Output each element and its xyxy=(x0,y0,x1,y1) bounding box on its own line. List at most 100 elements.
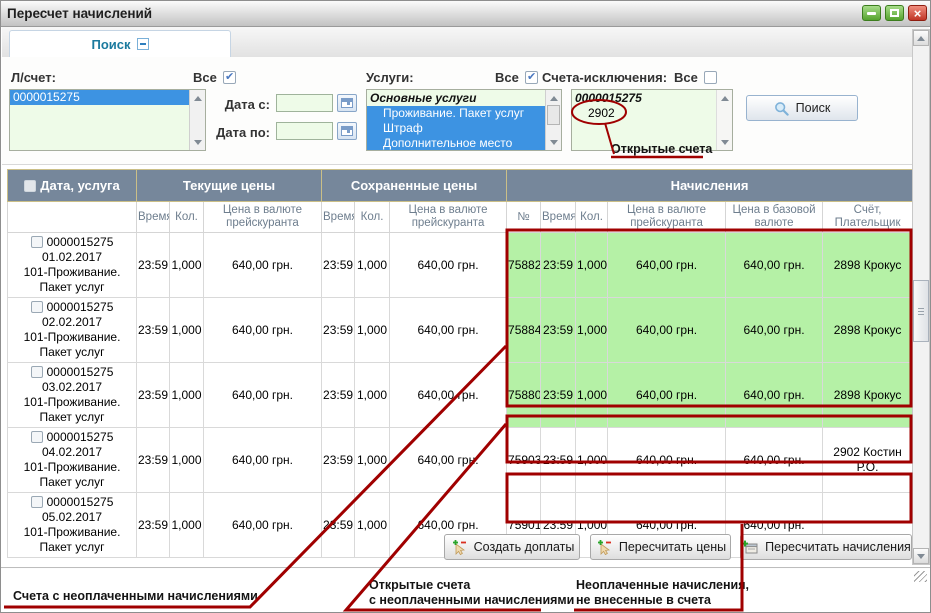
table-body: 000001527501.02.2017101-Проживание. Паке… xyxy=(8,233,913,558)
date-to-label: Дата по: xyxy=(214,125,270,140)
window-controls: × xyxy=(858,5,927,21)
account-listbox[interactable]: 0000015275 xyxy=(9,89,206,151)
service-list-item[interactable]: Дополнительное место xyxy=(367,136,561,151)
sub-header-price: Цена в валюте прейскуранта xyxy=(390,202,507,233)
recalculate-prices-button[interactable]: Пересчитать цены xyxy=(590,534,731,560)
service-list-item[interactable]: Штраф xyxy=(367,121,561,136)
cell-current-qty: 1,000 xyxy=(170,428,204,493)
date-to-calendar-button[interactable] xyxy=(337,122,357,140)
cell-accrual-base-price: 640,00 грн. xyxy=(726,363,823,428)
account-list-item[interactable]: 0000015275 xyxy=(10,90,205,105)
account-listbox-scrollbar[interactable] xyxy=(189,90,205,150)
services-listbox-scrollbar[interactable] xyxy=(545,90,561,150)
date-to-input[interactable] xyxy=(276,122,333,140)
exclusions-group-header: 0000015275 xyxy=(572,90,732,106)
cell-current-price: 640,00 грн. xyxy=(204,493,322,558)
cell-accrual-price: 640,00 грн. xyxy=(608,298,726,363)
cell-current-qty: 1,000 xyxy=(170,298,204,363)
scroll-down-button[interactable] xyxy=(913,548,929,564)
exclusion-list-item[interactable]: 2902 xyxy=(572,106,732,121)
sub-header-qty: Кол. xyxy=(355,202,390,233)
table-row: 000001527503.02.2017101-Проживание. Паке… xyxy=(8,363,913,428)
row-checkbox[interactable] xyxy=(31,431,43,443)
select-all-checkbox[interactable] xyxy=(24,180,36,192)
exclusions-all-checkbox[interactable] xyxy=(704,71,717,84)
recalculate-accruals-button[interactable]: Пересчитать начисления xyxy=(740,534,912,560)
window-title: Пересчет начислений xyxy=(7,6,152,21)
services-all-label: Все xyxy=(495,70,519,85)
row-checkbox[interactable] xyxy=(31,366,43,378)
cell-accrual-no: 75880 xyxy=(507,363,541,428)
exclusions-listbox-scrollbar[interactable] xyxy=(716,90,732,150)
scroll-down-icon[interactable] xyxy=(717,135,732,149)
resize-grip[interactable] xyxy=(914,571,927,582)
cell-accrual-no: 75884 xyxy=(507,298,541,363)
annotation-open-unpaid-accounts: Открытые счета с неоплаченными начислени… xyxy=(369,578,574,608)
scroll-up-icon[interactable] xyxy=(717,91,732,105)
arrow-up-icon xyxy=(917,36,925,41)
cell-saved-time: 23:59 xyxy=(322,298,355,363)
services-group-header: Основные услуги xyxy=(367,90,561,106)
minimize-button[interactable] xyxy=(862,5,881,21)
row-checkbox[interactable] xyxy=(31,301,43,313)
scroll-up-button[interactable] xyxy=(913,30,929,46)
sub-header-qty: Кол. xyxy=(170,202,204,233)
cell-saved-qty: 1,000 xyxy=(355,363,390,428)
title-bar: Пересчет начислений × xyxy=(1,1,930,27)
close-button[interactable]: × xyxy=(908,5,927,21)
recalculate-prices-label: Пересчитать цены xyxy=(619,540,726,554)
cell-current-price: 640,00 грн. xyxy=(204,363,322,428)
collapse-icon[interactable] xyxy=(137,38,149,50)
sub-header-time: Время xyxy=(322,202,355,233)
scroll-down-icon[interactable] xyxy=(546,135,561,149)
scrollbar-thumb[interactable] xyxy=(913,280,929,342)
cell-accrual-no: 75882 xyxy=(507,233,541,298)
service-list-item[interactable]: Проживание. Пакет услуг xyxy=(367,106,561,121)
table-row: 000001527504.02.2017101-Проживание. Паке… xyxy=(8,428,913,493)
header-current-prices: Текущие цены xyxy=(137,170,322,202)
row-checkbox[interactable] xyxy=(31,496,43,508)
close-icon: × xyxy=(914,7,922,20)
account-all-checkbox[interactable] xyxy=(223,71,236,84)
services-all-checkbox[interactable] xyxy=(525,71,538,84)
table-row: 000001527501.02.2017101-Проживание. Паке… xyxy=(8,233,913,298)
scroll-up-icon[interactable] xyxy=(546,91,561,105)
cell-current-time: 23:59 xyxy=(137,298,170,363)
row-checkbox[interactable] xyxy=(31,236,43,248)
cell-date-service: 000001527503.02.2017101-Проживание. Паке… xyxy=(8,363,137,428)
cell-accrual-payer: 2898 Крокус xyxy=(823,363,913,428)
scroll-down-icon[interactable] xyxy=(190,135,205,149)
scroll-up-icon[interactable] xyxy=(190,91,205,105)
group-header-row: Дата, услуга Текущие цены Сохраненные це… xyxy=(8,170,913,202)
cell-accrual-qty: 1,000 xyxy=(576,363,608,428)
cell-accrual-payer: 2902 Костин Р.О. xyxy=(823,428,913,493)
tab-search[interactable]: Поиск xyxy=(9,30,231,57)
minimize-icon xyxy=(867,12,876,15)
date-from-calendar-button[interactable] xyxy=(337,94,357,112)
cell-saved-time: 23:59 xyxy=(322,363,355,428)
cell-accrual-no: 75903 xyxy=(507,428,541,493)
cell-current-qty: 1,000 xyxy=(170,233,204,298)
vertical-scrollbar[interactable] xyxy=(912,29,930,565)
account-label: Л/счет: xyxy=(11,70,56,85)
date-from-input[interactable] xyxy=(276,94,333,112)
services-listbox[interactable]: Основные услуги Проживание. Пакет услугШ… xyxy=(366,89,562,151)
scrollbar-thumb[interactable] xyxy=(547,105,560,125)
create-surcharges-button[interactable]: Создать доплаты xyxy=(444,534,580,560)
cell-saved-price: 640,00 грн. xyxy=(390,363,507,428)
accruals-table: Дата, услуга Текущие цены Сохраненные це… xyxy=(7,169,913,558)
cell-saved-qty: 1,000 xyxy=(355,428,390,493)
maximize-button[interactable] xyxy=(885,5,904,21)
recalculate-accruals-label: Пересчитать начисления xyxy=(765,540,911,554)
exclusions-all-label: Все xyxy=(674,70,698,85)
cell-date-service: 000001527505.02.2017101-Проживание. Паке… xyxy=(8,493,137,558)
header-accruals: Начисления xyxy=(507,170,913,202)
cell-accrual-price: 640,00 грн. xyxy=(608,363,726,428)
cell-date-service: 000001527504.02.2017101-Проживание. Паке… xyxy=(8,428,137,493)
annotation-open-accounts: Открытые счета xyxy=(611,142,712,157)
search-button[interactable]: Поиск xyxy=(746,95,858,121)
cell-current-qty: 1,000 xyxy=(170,363,204,428)
sub-header-qty: Кол. xyxy=(576,202,608,233)
cell-date-service: 000001527502.02.2017101-Проживание. Паке… xyxy=(8,298,137,363)
hand-plus-minus-icon xyxy=(595,539,613,555)
